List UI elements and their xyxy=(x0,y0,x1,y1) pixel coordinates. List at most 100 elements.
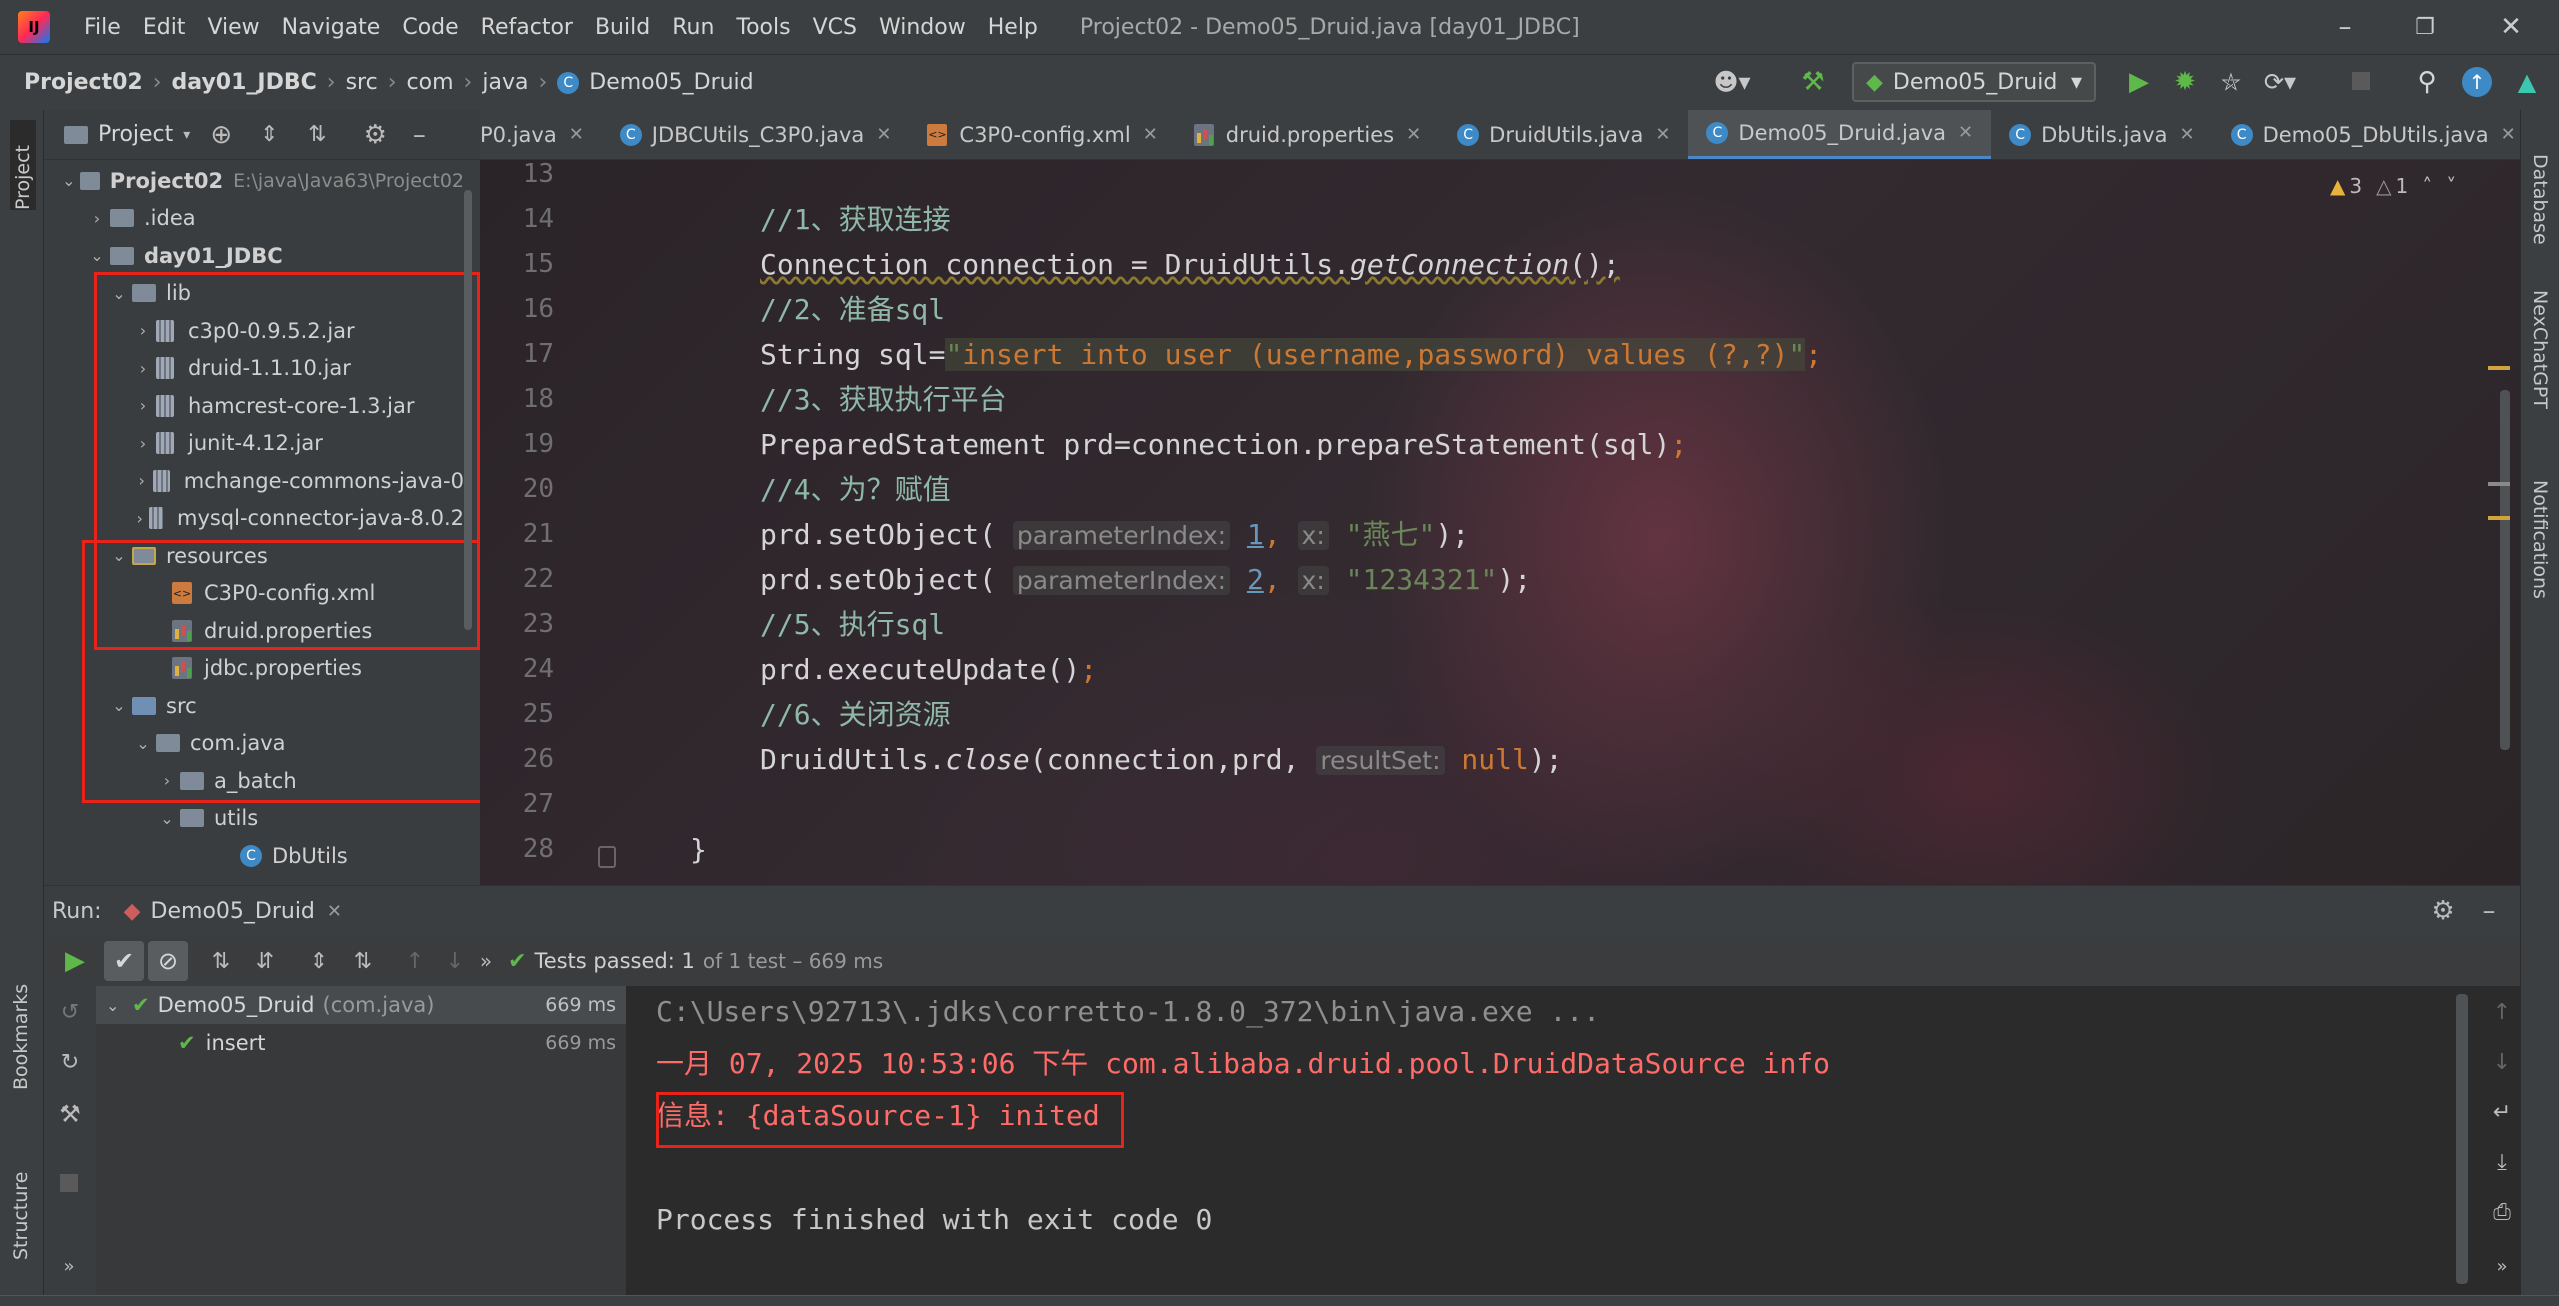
tree-item-idea[interactable]: › .idea xyxy=(44,200,464,238)
breadcrumb-module[interactable]: day01_JDBC xyxy=(172,70,317,95)
warning-stripe-mark[interactable] xyxy=(2488,482,2510,486)
close-icon[interactable]: ✕ xyxy=(327,901,342,922)
breadcrumb-project[interactable]: Project02 xyxy=(24,70,143,95)
soft-wrap-icon[interactable]: ↵ xyxy=(2488,1100,2516,1125)
test-tree-item[interactable]: ✔ insert 669 ms xyxy=(96,1024,626,1062)
bookmarks-tool-tab[interactable]: Bookmarks xyxy=(10,970,32,1090)
run-icon[interactable]: ▶ xyxy=(2122,65,2156,99)
tree-scrollbar[interactable] xyxy=(464,190,472,630)
console-output[interactable]: C:\Users\92713\.jdks\corretto-1.8.0_372\… xyxy=(626,986,2486,1296)
collapse-all-icon[interactable]: ⇅ xyxy=(346,949,380,974)
show-passed-icon[interactable]: ✔ xyxy=(104,941,144,981)
more-icon[interactable]: » xyxy=(476,949,496,973)
editor-scrollbar[interactable] xyxy=(2500,390,2510,750)
close-icon[interactable]: ✕ xyxy=(2501,124,2516,145)
project-tool-tab[interactable]: Project xyxy=(10,120,36,210)
more-icon[interactable]: » xyxy=(58,1256,80,1277)
show-ignored-icon[interactable]: ⊘ xyxy=(148,941,188,981)
menu-window[interactable]: Window xyxy=(879,15,966,40)
coverage-icon[interactable]: ⛦ xyxy=(2214,65,2248,99)
chevron-down-icon[interactable]: ⌄ xyxy=(84,246,110,265)
gear-icon[interactable]: ⚙ xyxy=(2428,896,2458,926)
close-icon[interactable]: ✕ xyxy=(2496,12,2526,42)
fold-marker-icon[interactable] xyxy=(598,846,616,868)
tree-item-class[interactable]: C DbUtils xyxy=(44,837,464,875)
user-icon[interactable]: ☻▾ xyxy=(1710,65,1754,99)
run-tab[interactable]: ◆ Demo05_Druid ✕ xyxy=(124,899,342,924)
more-icon[interactable]: » xyxy=(2488,1256,2516,1277)
gear-icon[interactable]: ⚙ xyxy=(360,120,390,150)
chevron-down-icon[interactable]: ˅ xyxy=(2446,174,2456,198)
hide-icon[interactable]: – xyxy=(404,120,434,150)
arrow-down-icon[interactable]: ↓ xyxy=(2488,1050,2516,1075)
run-config-selector[interactable]: ◆ Demo05_Druid ▾ xyxy=(1852,62,2096,102)
build-hammer-icon[interactable]: ⚒ xyxy=(1796,65,1830,99)
test-tree-root[interactable]: ⌄ ✔ Demo05_Druid (com.java) 669 ms xyxy=(96,986,626,1024)
hide-icon[interactable]: – xyxy=(2474,896,2504,926)
breadcrumb-class[interactable]: Demo05_Druid xyxy=(589,70,753,95)
restore-icon[interactable]: ❐ xyxy=(2410,12,2440,42)
close-icon[interactable]: ✕ xyxy=(1406,124,1421,145)
update-icon[interactable]: ↑ xyxy=(2462,67,2492,97)
expand-all-icon[interactable]: ⇕ xyxy=(302,949,336,974)
notifications-tool-tab[interactable]: Notifications xyxy=(2529,480,2551,650)
close-icon[interactable]: ✕ xyxy=(876,124,891,145)
stop-icon[interactable] xyxy=(2348,68,2374,94)
warning-stripe-mark[interactable] xyxy=(2488,366,2510,370)
chevron-up-icon[interactable]: ˄ xyxy=(2422,174,2432,198)
chevron-down-icon[interactable]: ▾ xyxy=(183,127,190,143)
menu-refactor[interactable]: Refactor xyxy=(481,15,573,40)
close-icon[interactable]: ✕ xyxy=(2179,124,2194,145)
arrow-up-icon[interactable]: ↑ xyxy=(400,949,430,974)
tree-item-package[interactable]: ⌄ utils xyxy=(44,800,464,838)
wrench-icon[interactable]: ⚒ xyxy=(56,1100,84,1128)
tree-item-project02[interactable]: ⌄ Project02 E:\java\Java63\Project02 xyxy=(44,162,464,200)
chevron-down-icon[interactable]: ⌄ xyxy=(106,996,132,1015)
scroll-to-end-icon[interactable]: ⤓ xyxy=(2488,1150,2516,1175)
project-panel-title[interactable]: Project xyxy=(98,122,173,147)
breadcrumb-com[interactable]: com xyxy=(407,70,454,95)
sort-alpha-icon[interactable]: ⇅ xyxy=(204,949,238,974)
print-icon[interactable]: ⎙ xyxy=(2488,1200,2516,1225)
close-icon[interactable]: ✕ xyxy=(1143,124,1158,145)
minimize-icon[interactable]: – xyxy=(2330,12,2360,42)
locate-icon[interactable]: ⊕ xyxy=(206,120,236,150)
arrow-down-icon[interactable]: ↓ xyxy=(440,949,470,974)
arrow-up-icon[interactable]: ↑ xyxy=(2488,1000,2516,1025)
menu-code[interactable]: Code xyxy=(402,15,458,40)
chevron-right-icon[interactable]: › xyxy=(84,209,110,228)
menu-run[interactable]: Run xyxy=(672,15,714,40)
database-tool-tab[interactable]: Database xyxy=(2529,154,2551,274)
menu-file[interactable]: File xyxy=(84,15,121,40)
breadcrumb-src[interactable]: src xyxy=(346,70,378,95)
profile-icon[interactable]: ⟳▾ xyxy=(2260,65,2300,99)
close-icon[interactable]: ✕ xyxy=(569,124,584,145)
menu-help[interactable]: Help xyxy=(988,15,1038,40)
breadcrumb-java[interactable]: java xyxy=(482,70,528,95)
menu-navigate[interactable]: Navigate xyxy=(282,15,381,40)
assistant-icon[interactable]: ▲ xyxy=(2512,67,2542,97)
code-editor[interactable]: 13 14 15 16 17 18 19 20 21 22 23 24 25 2… xyxy=(480,159,2520,885)
toggle-icon[interactable]: ↻ xyxy=(56,1050,84,1075)
console-scrollbar[interactable] xyxy=(2456,994,2468,1284)
menu-view[interactable]: View xyxy=(207,15,259,40)
structure-tool-tab[interactable]: Structure xyxy=(10,1150,32,1260)
nexchatgpt-tool-tab[interactable]: NexChatGPT xyxy=(2529,290,2551,440)
inspection-widget[interactable]: ▲ 3 △ 1 ˄ ˅ xyxy=(2330,172,2456,200)
tree-item-day01-jdbc[interactable]: ⌄ day01_JDBC xyxy=(44,237,464,275)
menu-edit[interactable]: Edit xyxy=(143,15,186,40)
close-icon[interactable]: ✕ xyxy=(1958,122,1973,143)
collapse-all-icon[interactable]: ⇅ xyxy=(302,122,332,147)
search-icon[interactable]: ⚲ xyxy=(2410,65,2444,99)
history-icon[interactable]: ↺ xyxy=(56,1000,84,1025)
chevron-down-icon[interactable]: ⌄ xyxy=(154,809,180,828)
rerun-icon[interactable]: ▶ xyxy=(60,946,90,976)
close-icon[interactable]: ✕ xyxy=(1655,124,1670,145)
menu-build[interactable]: Build xyxy=(595,15,650,40)
warning-stripe-mark[interactable] xyxy=(2488,516,2510,520)
stop-icon[interactable] xyxy=(58,1172,80,1194)
chevron-down-icon[interactable]: ⌄ xyxy=(58,171,80,190)
expand-all-icon[interactable]: ⇕ xyxy=(254,122,284,147)
debug-icon[interactable]: ✹ xyxy=(2168,65,2202,99)
sort-duration-icon[interactable]: ⇵ xyxy=(248,949,282,974)
